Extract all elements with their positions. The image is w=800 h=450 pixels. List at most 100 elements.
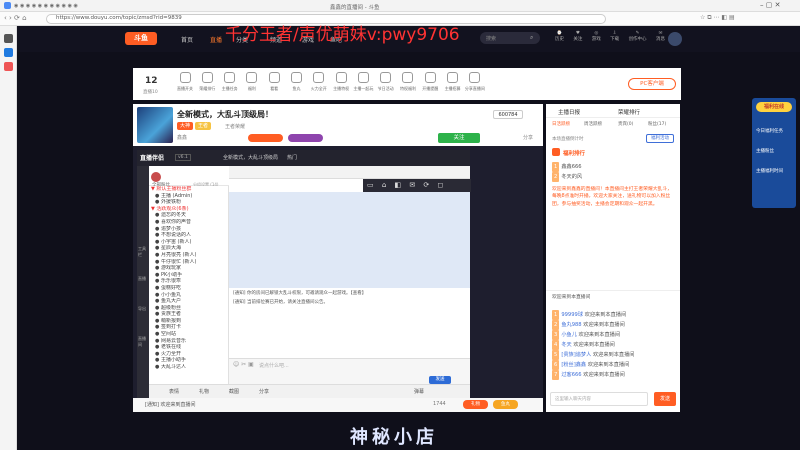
- group-list-item[interactable]: ● PK小助手: [149, 272, 228, 279]
- info-item[interactable]: 火力全开: [309, 72, 329, 98]
- group-list-item[interactable]: ● 老铁在线: [149, 344, 228, 351]
- group-list-item[interactable]: ● 乐乐很乖: [149, 278, 228, 285]
- browser-toolbar-icons[interactable]: ☆ ⧉ ⋯ ◧ ▤: [700, 14, 735, 22]
- shop-banner[interactable]: 神秘小店: [290, 415, 540, 450]
- group-list-item[interactable]: ● 空间站: [149, 331, 228, 338]
- group-list-item[interactable]: ● 喜欢你的声音: [149, 219, 228, 226]
- game-icon[interactable]: ◎ 游戏: [592, 31, 601, 47]
- bottom-tool[interactable]: 分享: [259, 388, 269, 395]
- emoji-icon[interactable]: ☺ ✂ ▣: [233, 361, 254, 368]
- avatar[interactable]: [668, 32, 682, 46]
- subtab[interactable]: 贵宾(0): [618, 121, 633, 127]
- room-category[interactable]: 王者荣耀: [225, 123, 245, 130]
- bottom-tool[interactable]: 表情: [169, 388, 179, 395]
- chat-input[interactable]: 这里输入聊天内容: [550, 392, 648, 406]
- group-list-item[interactable]: ▼ 默认主播粉丝群: [149, 186, 228, 193]
- subtab[interactable]: 周活跃榜: [584, 121, 602, 127]
- sidebar-tool-icon[interactable]: [4, 48, 13, 57]
- inner-side-item[interactable]: 直播间: [138, 336, 149, 348]
- danmu-user[interactable]: 鱼丸988: [561, 322, 583, 328]
- group-list-item[interactable]: ● 牛仔很忙 (新人): [149, 259, 228, 266]
- group-list-item[interactable]: ● 游戏玩家: [149, 265, 228, 272]
- danmu-user[interactable]: 99999球: [561, 312, 584, 318]
- danmu-item[interactable]: 6 [粉丝]鑫鑫 欢迎来到本直播间: [552, 360, 676, 370]
- inner-app-tab[interactable]: 热门: [287, 154, 297, 161]
- history-icon[interactable]: ⌚ 历史: [555, 31, 564, 47]
- gift-button[interactable]: 礼物: [463, 400, 488, 409]
- info-item[interactable]: 开播提醒: [420, 72, 440, 98]
- inner-send-button[interactable]: 发送: [429, 376, 451, 384]
- rank-user[interactable]: 2 冬天的风: [552, 172, 676, 182]
- danmu-user[interactable]: 冬天: [561, 342, 573, 348]
- danmu-item[interactable]: 2 鱼丸988 欢迎来到本直播间: [552, 320, 676, 330]
- group-list-item[interactable]: ● 网易云音乐: [149, 338, 228, 345]
- bottom-tool[interactable]: 截图: [229, 388, 239, 395]
- danmu-item[interactable]: 7 过客666 欢迎来到本直播间: [552, 370, 676, 380]
- group-list-item[interactable]: ● 小宇宙 (新人): [149, 239, 228, 246]
- info-item[interactable]: 福利: [242, 72, 262, 98]
- notice-button[interactable]: 福利活动: [646, 134, 674, 143]
- search-icon[interactable]: ⌕: [530, 34, 533, 42]
- danmu-item[interactable]: 3 小鱼儿 欢迎来到本直播间: [552, 330, 676, 340]
- nav-item-live[interactable]: 直播: [210, 35, 222, 44]
- douyu-logo[interactable]: 斗鱼: [125, 32, 157, 45]
- danmu-item[interactable]: 5 [贵族]追梦人 欢迎来到本直播间: [552, 350, 676, 360]
- yuwan-button[interactable]: 鱼丸: [493, 400, 518, 409]
- send-button[interactable]: 发送: [654, 392, 676, 406]
- group-list-item[interactable]: ● 主播 (Admin): [149, 193, 228, 200]
- group-list-item[interactable]: ● 蛋糕好吃: [149, 285, 228, 292]
- info-item[interactable]: 鱼丸: [286, 72, 306, 98]
- room-anchor[interactable]: 鑫鑫: [177, 134, 187, 141]
- message-icon[interactable]: ✉ 消息: [656, 31, 665, 47]
- info-item[interactable]: 主播招募: [443, 72, 463, 98]
- sidebar-tool-icon[interactable]: [4, 62, 13, 71]
- danmu-item[interactable]: 4 冬天 欢迎来到本直播间: [552, 340, 676, 350]
- danmu-user[interactable]: 过客666: [561, 372, 583, 378]
- danmu-user[interactable]: [粉丝]鑫鑫: [561, 362, 587, 368]
- group-list-item[interactable]: ● 贵族王者: [149, 311, 228, 318]
- pc-client-button[interactable]: PC客户端: [628, 78, 676, 90]
- group-list-item[interactable]: ● 小小鱼丸: [149, 292, 228, 299]
- info-item[interactable]: 节日活动: [376, 72, 396, 98]
- sidebar-tool-icon[interactable]: [4, 34, 13, 43]
- info-item[interactable]: 主播一起玩: [353, 72, 373, 98]
- group-list-item[interactable]: ● 火力全开: [149, 351, 228, 358]
- info-item[interactable]: 主播任务: [220, 72, 240, 98]
- info-item[interactable]: 特权福利: [398, 72, 418, 98]
- group-list-item[interactable]: ● 月亮很亮 (新人): [149, 252, 228, 259]
- subtab[interactable]: 粉丝(17): [648, 121, 666, 127]
- rank-user[interactable]: 1 鑫鑫666: [552, 162, 676, 172]
- group-list-item[interactable]: ● 鱼丸大户: [149, 298, 228, 305]
- group-list-item[interactable]: ▼ 活跃观众(6条): [149, 206, 228, 213]
- group-list-item[interactable]: ● 萌新报到: [149, 318, 228, 325]
- group-list-item[interactable]: ● 不想说话的人: [149, 232, 228, 239]
- danmu-user[interactable]: [贵族]追梦人: [561, 352, 593, 358]
- subtab[interactable]: 日活跃榜: [552, 121, 570, 127]
- nav-item-home[interactable]: 首页: [181, 35, 193, 44]
- group-list-item[interactable]: ● 外援铁粉: [149, 199, 228, 206]
- follow-icon[interactable]: ♥ 关注: [573, 31, 582, 47]
- group-list-item[interactable]: ● 遗忘的冬天: [149, 212, 228, 219]
- danmu-item[interactable]: 1 99999球 欢迎来到本直播间: [552, 310, 676, 320]
- group-list-item[interactable]: ● 星辰大海: [149, 245, 228, 252]
- follow-button[interactable]: 关注: [438, 133, 480, 143]
- inner-side-item[interactable]: 导出: [138, 306, 146, 312]
- nav-buttons[interactable]: ‹ › ⟳ ⌂: [4, 14, 27, 22]
- download-icon[interactable]: ⇩ 下载: [610, 31, 619, 47]
- inner-side-item[interactable]: 直播: [138, 276, 146, 282]
- inner-side-item[interactable]: 工具栏: [138, 246, 149, 258]
- group-list-item[interactable]: ● 签到打卡: [149, 324, 228, 331]
- tab-honor-rank[interactable]: 荣耀排行: [618, 108, 640, 116]
- info-item[interactable]: 直播开关: [175, 72, 195, 98]
- window-controls[interactable]: – ▢ ✕: [760, 1, 780, 9]
- inner-app-tab[interactable]: 全新模式，大乱斗顶级局: [223, 154, 278, 161]
- bottom-tool[interactable]: 礼物: [199, 388, 209, 395]
- group-list-item[interactable]: ● 追梦小孩: [149, 226, 228, 233]
- tab-anchor-daily[interactable]: 主播日报: [558, 108, 580, 116]
- browser-tab-title[interactable]: 鑫鑫的直播间 - 斗鱼: [330, 3, 379, 11]
- bottom-tool[interactable]: 弹幕: [414, 388, 424, 395]
- share-button[interactable]: 分享: [523, 134, 533, 141]
- promo-card[interactable]: 福利在线 今日福利任务 主播粉丝 主播福利时间: [752, 98, 796, 208]
- group-list-item[interactable]: ● 超级粉丝: [149, 305, 228, 312]
- danmu-user[interactable]: 小鱼儿: [561, 332, 578, 338]
